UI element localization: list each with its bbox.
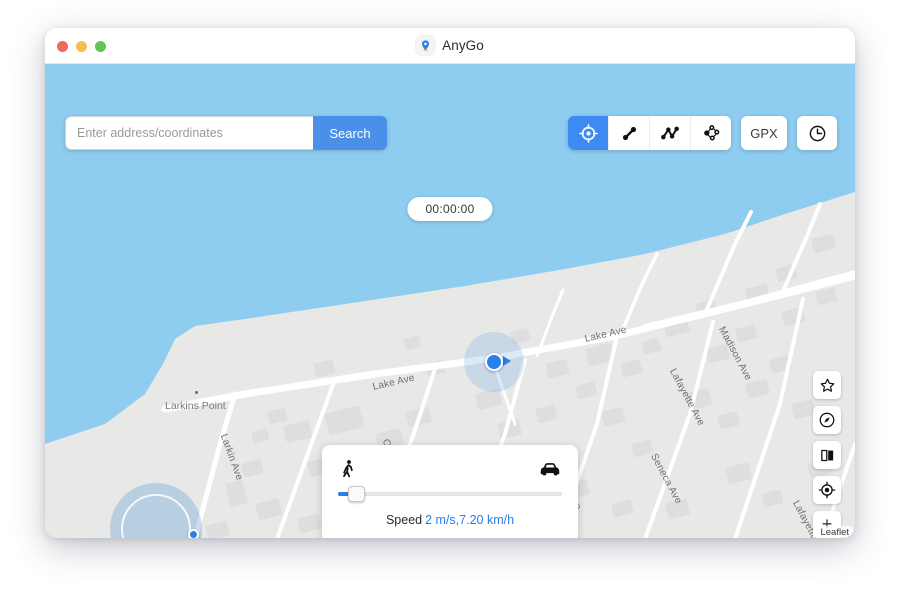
map-pin-icon <box>416 36 435 55</box>
star-icon <box>819 377 836 394</box>
loop-route-mode-button[interactable] <box>691 116 731 150</box>
crosshair-target-icon <box>579 124 598 143</box>
locate-button[interactable] <box>813 476 841 504</box>
single-point-mode-button[interactable] <box>568 116 609 150</box>
title-group: AnyGo <box>45 28 855 63</box>
locate-target-icon <box>818 481 836 499</box>
two-point-route-mode-button[interactable] <box>609 116 650 150</box>
compass-button[interactable] <box>813 406 841 434</box>
titlebar: AnyGo <box>45 28 855 64</box>
map-canvas[interactable]: Lake Ave Lake Ave Madison Ave Lafayette Ave… <box>45 64 855 538</box>
zigzag-route-icon <box>660 123 680 143</box>
street-label: Lake Ave <box>372 373 416 393</box>
speed-label: Speed <box>386 513 422 527</box>
position-dot <box>485 353 503 371</box>
place-dot <box>195 391 198 394</box>
speed-value: 2 m/s,7.20 km/h <box>425 513 514 527</box>
street-label: Lafayette Ave <box>667 367 706 428</box>
compass-icon <box>818 411 836 429</box>
street-label: Seneca Ave <box>648 452 684 506</box>
speed-panel: Speed2 m/s,7.20 km/h <box>322 445 578 538</box>
layers-button[interactable] <box>813 441 841 469</box>
book-layers-icon <box>819 447 836 464</box>
multi-point-route-mode-button[interactable] <box>650 116 691 150</box>
clock-icon <box>808 124 827 143</box>
street-label: Larkin Ave <box>218 433 245 482</box>
mode-toolbar: GPX <box>568 116 837 150</box>
search-button[interactable]: Search <box>313 116 387 150</box>
speed-icons-row <box>338 458 562 480</box>
street-label: Madison Ave <box>716 325 754 383</box>
secondary-position-dot[interactable] <box>188 529 199 538</box>
two-point-route-icon <box>620 124 639 143</box>
map-controls: + − <box>813 371 841 538</box>
app-window: AnyGo <box>45 28 855 538</box>
search-bar: Search <box>65 116 387 150</box>
place-label: Larkins Point <box>165 400 226 412</box>
position-heading-arrow <box>503 356 511 366</box>
mode-button-group <box>568 116 731 150</box>
slider-track[interactable] <box>338 492 562 496</box>
favorites-button[interactable] <box>813 371 841 399</box>
slider-thumb[interactable] <box>348 486 365 502</box>
street-label: Lake Ave <box>584 325 628 345</box>
walking-person-icon <box>338 458 358 480</box>
car-icon <box>538 459 562 479</box>
current-position-marker[interactable] <box>464 332 524 392</box>
leaflet-attribution[interactable]: Leaflet <box>816 526 853 538</box>
history-button[interactable] <box>797 116 837 150</box>
speed-slider[interactable] <box>338 484 562 504</box>
app-title: AnyGo <box>442 38 484 53</box>
speed-readout: Speed2 m/s,7.20 km/h <box>338 513 562 527</box>
gpx-button[interactable]: GPX <box>741 116 787 150</box>
timer-badge: 00:00:00 <box>407 197 492 221</box>
loop-route-icon <box>701 123 721 143</box>
search-input[interactable] <box>65 116 313 150</box>
